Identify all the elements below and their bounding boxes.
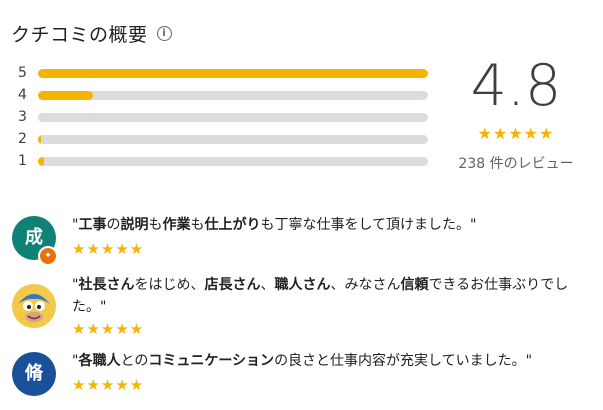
avatar — [12, 284, 56, 328]
distribution-bar — [38, 112, 428, 122]
highlighted-keyword: コミュニケーション — [148, 353, 275, 369]
cartoon-face-icon — [12, 284, 56, 328]
review-text-segment: も — [190, 217, 205, 233]
info-icon[interactable]: i — [156, 26, 172, 41]
distribution-bar — [38, 156, 428, 166]
review-text-segment: の良さと仕事内容が充実していました。" — [274, 353, 533, 369]
review-text-segment: 、みなさん — [330, 277, 401, 293]
highlighted-keyword: 店長さん — [204, 277, 261, 293]
distribution-label: 5 — [18, 65, 27, 81]
review-text: "社長さんをはじめ、店長さん、職人さん、みなさん信頼できるお仕事ぶりでした。" — [72, 274, 594, 318]
review-text-segment: の — [106, 217, 121, 233]
distribution-bar-fill — [38, 134, 42, 144]
review-text-segment: 、 — [260, 277, 275, 293]
distribution-bar-fill — [38, 68, 428, 78]
local-guide-badge-icon: ✦ — [38, 246, 58, 266]
distribution-bar — [38, 68, 428, 78]
distribution-row-2[interactable]: 2 — [18, 128, 430, 150]
review-text: "工事の説明も作業も仕上がりも丁寧な仕事をして頂けました。" — [72, 214, 594, 236]
highlighted-keyword: 説明 — [120, 217, 149, 233]
page-title: クチコミの概要 — [11, 24, 148, 46]
highlighted-keyword: 各職人 — [78, 353, 121, 369]
distribution-row-5[interactable]: 5 — [18, 62, 430, 84]
review-text-segment: との — [120, 353, 149, 369]
review-text: "各職人とのコミュニケーションの良さと仕事内容が充実していました。" — [72, 350, 594, 372]
highlighted-keyword: 信頼 — [400, 277, 429, 293]
review-text-segment: をはじめ、 — [134, 277, 205, 293]
highlighted-keyword: 社長さん — [78, 277, 135, 293]
distribution-bar — [38, 134, 428, 144]
highlighted-keyword: 作業 — [162, 217, 191, 233]
review-text-segment: も丁寧な仕事をして頂けました。" — [260, 217, 477, 233]
distribution-row-1[interactable]: 1 — [18, 150, 430, 172]
review-stars: ★★★★★ — [72, 376, 145, 394]
review-text-segment: も — [148, 217, 163, 233]
distribution-bar-fill — [38, 90, 93, 100]
distribution-row-4[interactable]: 4 — [18, 84, 430, 106]
rating-distribution: 5 4 3 2 1 — [18, 62, 430, 172]
avatar: 脩 — [12, 352, 56, 396]
distribution-bar — [38, 90, 428, 100]
highlighted-keyword: 職人さん — [274, 277, 331, 293]
distribution-label: 4 — [18, 87, 27, 103]
highlighted-keyword: 工事 — [78, 217, 107, 233]
reviews-summary-header: クチコミの概要 i — [11, 20, 172, 47]
distribution-bar-fill — [38, 156, 44, 166]
average-rating: 4.8 — [470, 53, 562, 119]
review-stars: ★★★★★ — [72, 320, 145, 338]
distribution-label: 3 — [18, 109, 27, 125]
distribution-label: 2 — [18, 131, 27, 147]
average-stars: ★★★★★ — [477, 124, 555, 143]
review-count-link[interactable]: 238 件のレビュー — [444, 153, 588, 173]
highlighted-keyword: 仕上がり — [204, 217, 261, 233]
rating-summary: 4.8 ★★★★★ 238 件のレビュー — [444, 50, 588, 173]
distribution-row-3[interactable]: 3 — [18, 106, 430, 128]
review-stars: ★★★★★ — [72, 240, 145, 258]
distribution-label: 1 — [18, 153, 27, 169]
